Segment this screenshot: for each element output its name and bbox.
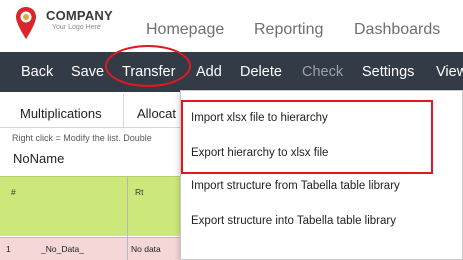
save-button[interactable]: Save [71, 64, 104, 80]
tab-divider [123, 94, 124, 128]
add-button[interactable]: Add [196, 64, 222, 80]
location-pin-logo-icon [16, 7, 36, 39]
transfer-annotation-circle [105, 45, 191, 87]
brand-name: COMPANY [46, 8, 113, 23]
view-button[interactable]: View [436, 64, 463, 80]
xlsx-options-annotation-box [181, 100, 433, 174]
settings-button[interactable]: Settings [362, 64, 414, 80]
check-button[interactable]: Check [302, 64, 343, 80]
tab-multiplications[interactable]: Multiplications [20, 106, 102, 121]
grid-header-number: # [11, 187, 16, 197]
grid-header-rt: Rt [135, 187, 144, 197]
column-divider [127, 176, 128, 260]
brand-tagline: Your Logo Here [52, 24, 101, 31]
back-button[interactable]: Back [21, 64, 53, 80]
menu-export-tabella[interactable]: Export structure into Tabella table libr… [191, 215, 396, 227]
nav-reporting[interactable]: Reporting [254, 21, 323, 39]
nav-homepage[interactable]: Homepage [146, 21, 224, 39]
menu-import-tabella[interactable]: Import structure from Tabella table libr… [191, 180, 400, 192]
row-rt-cell[interactable]: No data [131, 244, 161, 254]
tab-allocation[interactable]: Allocat [137, 106, 176, 121]
sheet-name: NoName [13, 151, 65, 166]
nav-dashboards[interactable]: Dashboards [354, 21, 440, 39]
delete-button[interactable]: Delete [240, 64, 282, 80]
row-name-cell[interactable]: _No_Data_ [41, 244, 84, 254]
hint-text: Right click = Modify the list. Double [12, 133, 152, 143]
row-number: 1 [6, 244, 11, 254]
